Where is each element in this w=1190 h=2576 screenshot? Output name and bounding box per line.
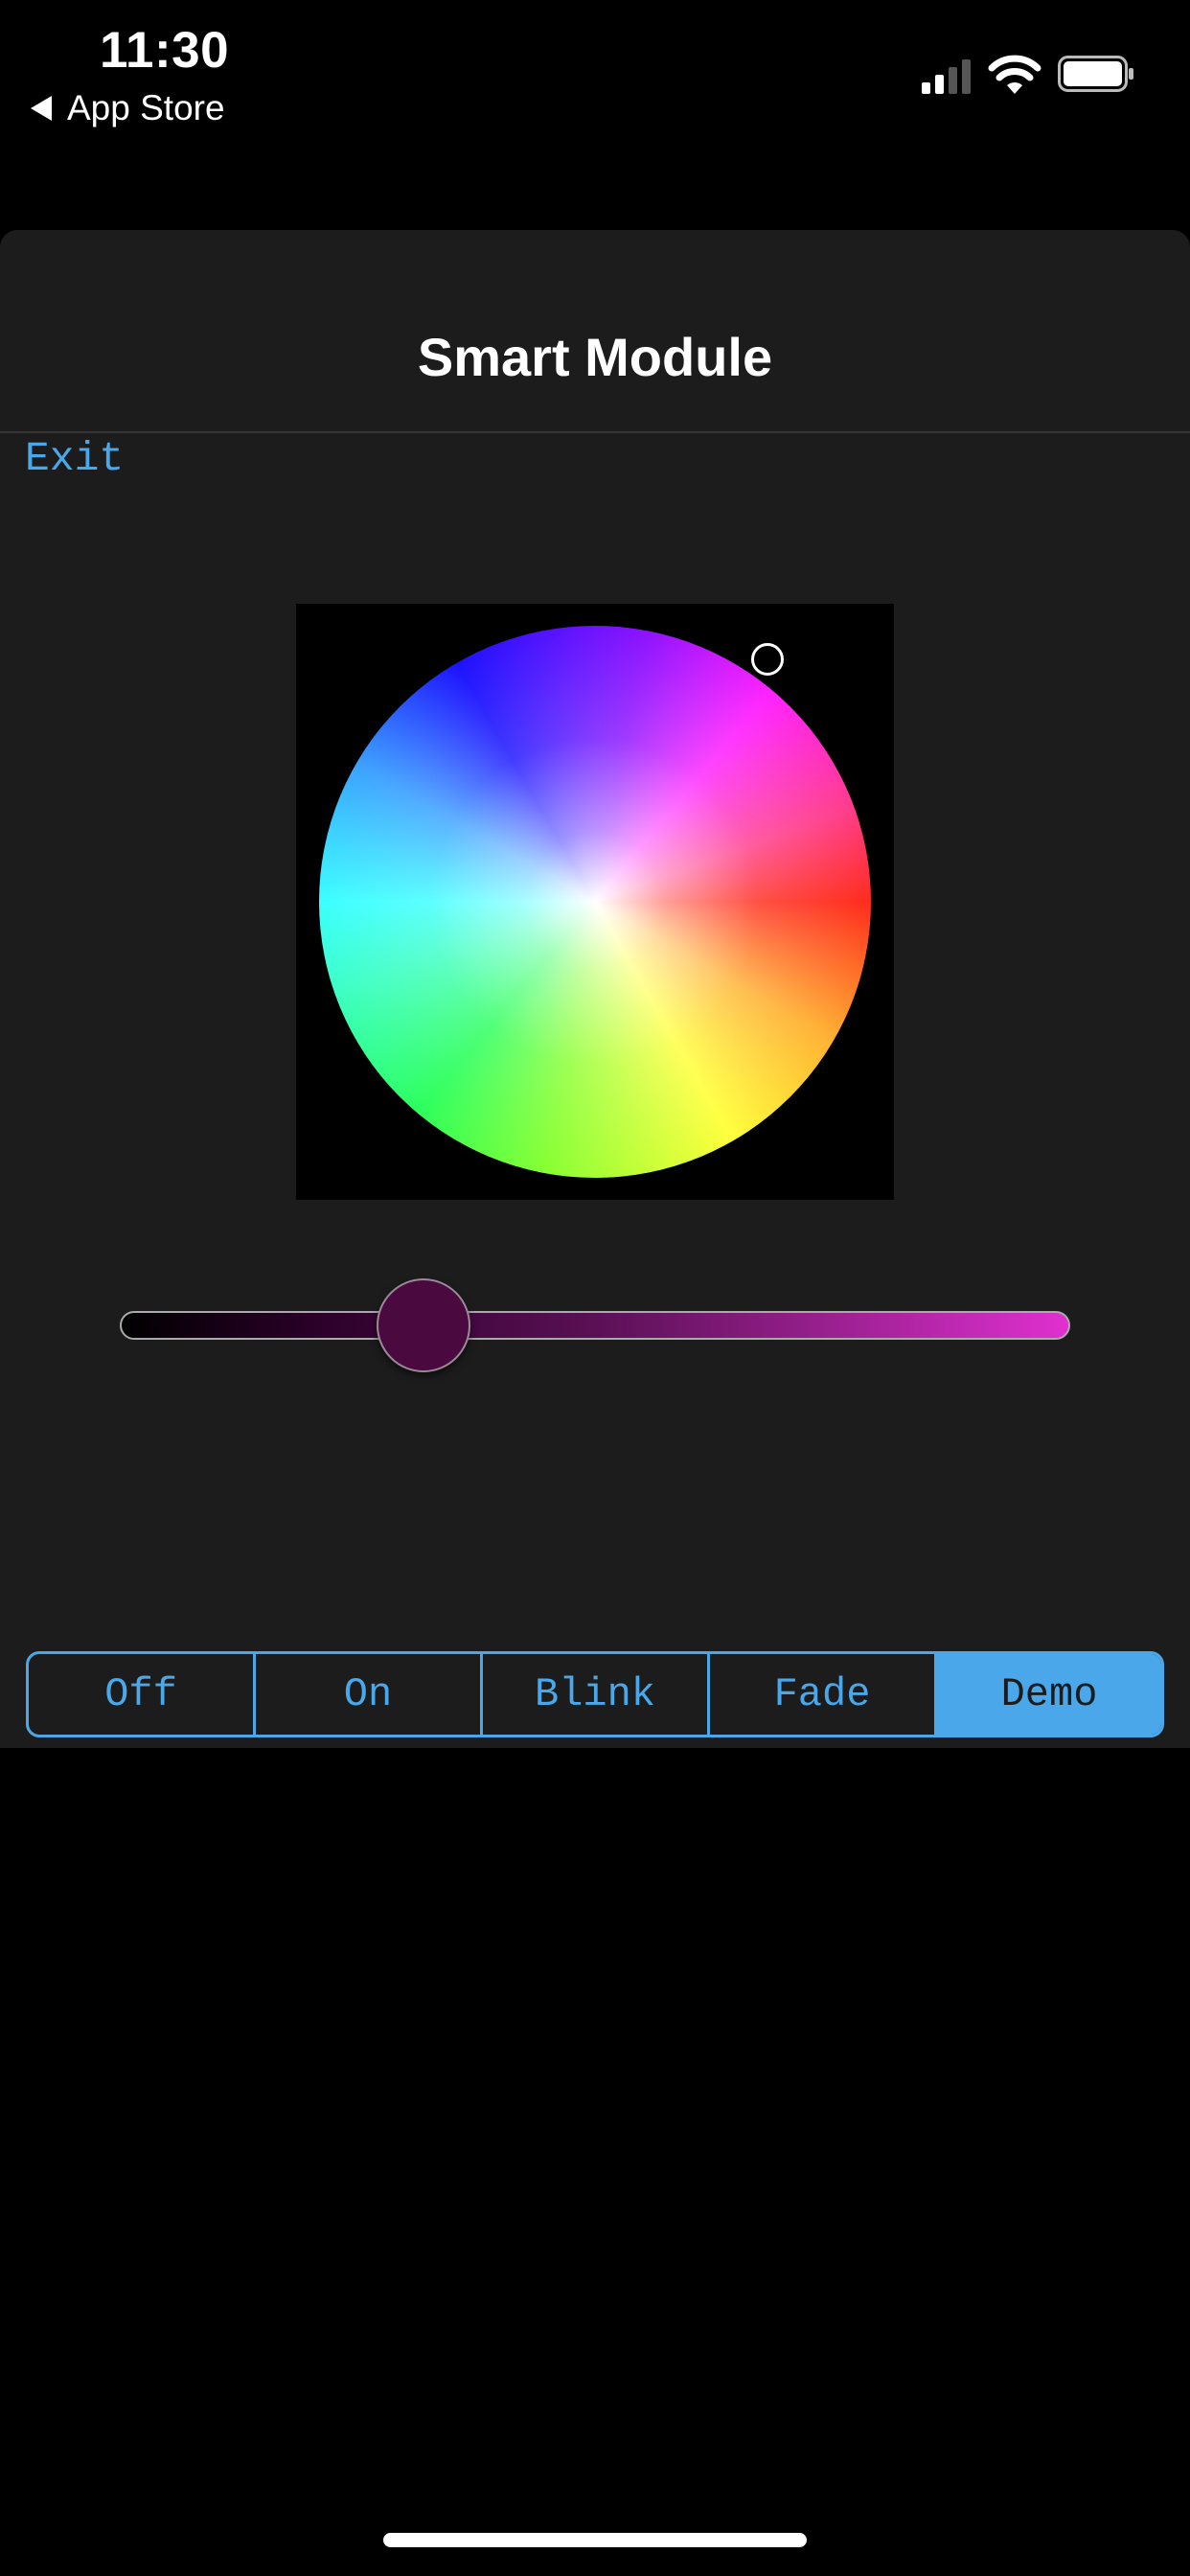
back-arrow-icon: [31, 96, 52, 121]
cellular-signal-icon: [922, 58, 975, 94]
mode-blink-segment[interactable]: Blink: [483, 1654, 710, 1735]
page-title: Smart Module: [417, 327, 773, 387]
mode-off-segment[interactable]: Off: [29, 1654, 256, 1735]
mode-on-segment[interactable]: On: [256, 1654, 483, 1735]
color-wheel-container: [296, 604, 894, 1200]
color-wheel[interactable]: [319, 626, 871, 1178]
exit-button[interactable]: Exit: [25, 435, 124, 482]
battery-icon: [1058, 56, 1133, 92]
back-link-label: App Store: [67, 88, 225, 127]
back-to-app-store-link[interactable]: App Store: [31, 88, 225, 128]
mode-segmented-control: Off On Blink Fade Demo: [26, 1651, 1164, 1737]
brightness-slider-thumb[interactable]: [377, 1278, 471, 1372]
wifi-icon: [988, 55, 1041, 94]
brightness-slider-track[interactable]: [120, 1311, 1070, 1340]
home-indicator[interactable]: [383, 2533, 807, 2547]
mode-fade-segment[interactable]: Fade: [710, 1654, 937, 1735]
mode-demo-segment[interactable]: Demo: [937, 1654, 1161, 1735]
nav-divider: [0, 431, 1190, 433]
modal-sheet: Smart Module Exit Off On Blink Fade Demo: [0, 230, 1190, 1748]
status-time: 11:30: [100, 22, 230, 79]
color-wheel-handle[interactable]: [751, 643, 784, 676]
